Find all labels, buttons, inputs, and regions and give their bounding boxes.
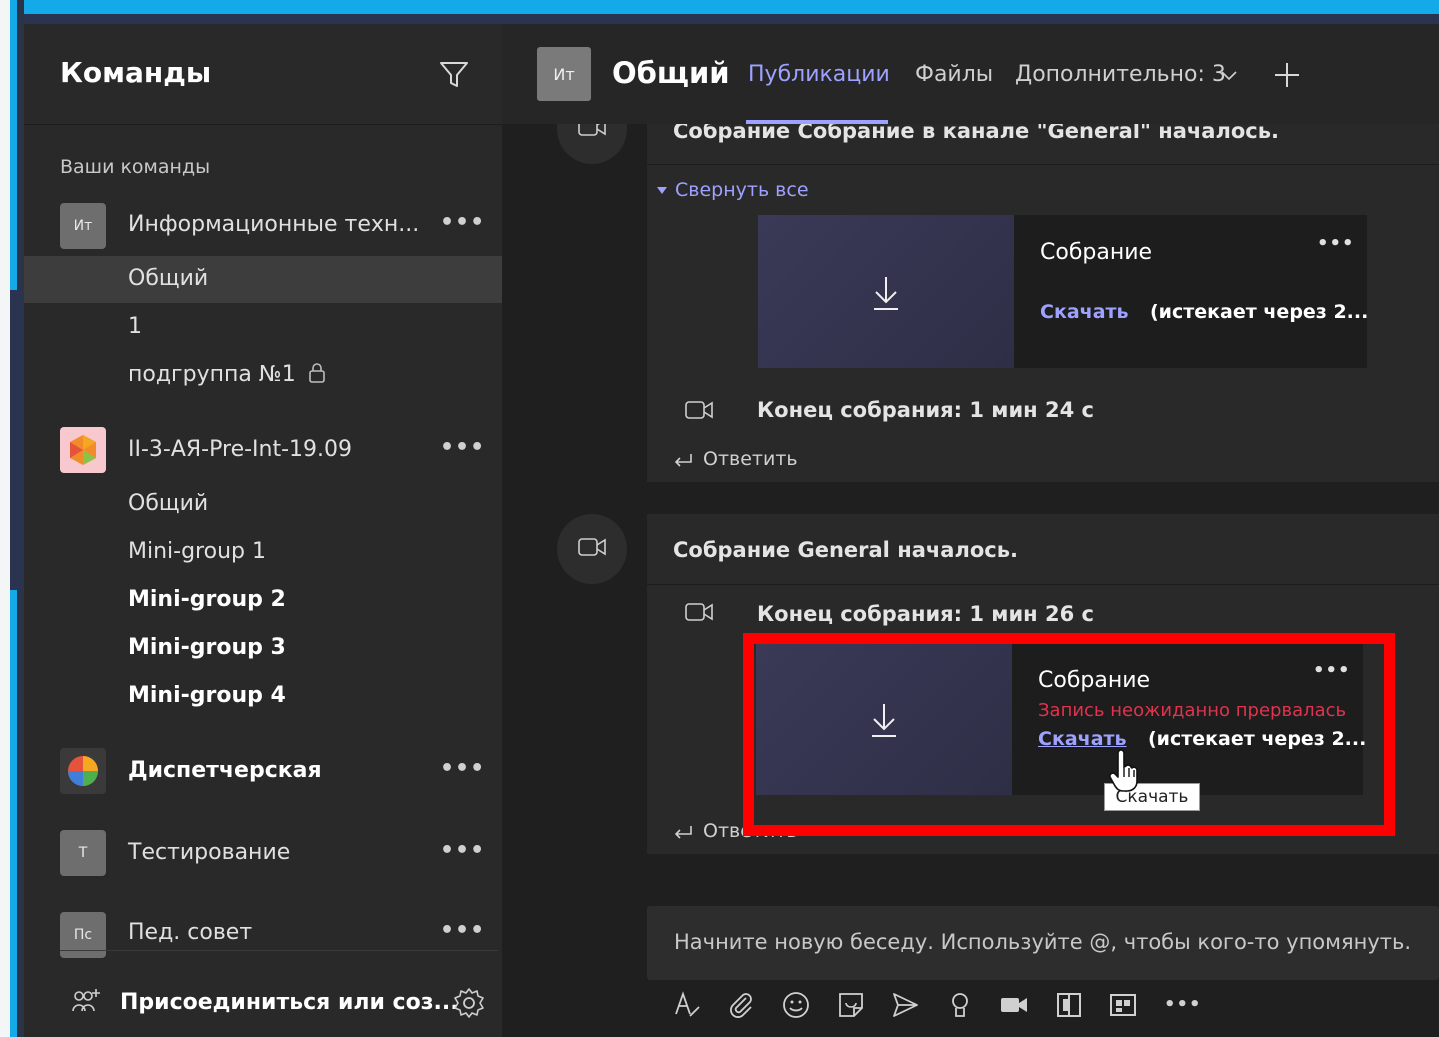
join-or-create-team-button[interactable]: Присоединиться или соз... xyxy=(120,990,459,1015)
new-conversation-box[interactable]: Начните новую беседу. Используйте @, что… xyxy=(647,906,1439,980)
praise-icon[interactable] xyxy=(945,990,975,1020)
team-avatar: Пс xyxy=(60,912,106,958)
your-teams-label: Ваши команды xyxy=(60,156,211,178)
team-more-button[interactable]: ••• xyxy=(440,435,485,460)
channel-item-mini-group-4[interactable]: Mini-group 4 xyxy=(128,683,286,708)
sidebar-header: Команды xyxy=(24,24,502,125)
team-avatar-pie xyxy=(60,748,106,794)
composer-more-button[interactable]: ••• xyxy=(1164,994,1202,1015)
teams-sidebar: Команды Ваши команды Ит Информационные т… xyxy=(24,24,502,1037)
team-row-ped-council[interactable]: Пс Пед. совет ••• xyxy=(24,910,502,962)
channel-item-mini-group-2[interactable]: Mini-group 2 xyxy=(128,587,286,612)
filter-icon[interactable] xyxy=(438,60,470,90)
meet-now-icon[interactable] xyxy=(999,990,1029,1020)
caret-down-icon xyxy=(657,187,667,194)
reply-label: Ответить xyxy=(703,448,798,470)
reply-icon xyxy=(674,825,692,839)
active-tab-indicator xyxy=(746,120,888,124)
recording-card[interactable]: Собрание ••• Скачать (истекает через 2..… xyxy=(758,215,1369,368)
format-icon[interactable] xyxy=(672,990,702,1020)
reply-icon xyxy=(674,453,692,467)
team-more-button[interactable]: ••• xyxy=(440,756,485,781)
team-name: Пед. совет xyxy=(128,920,253,945)
meeting-started-title: Собрание General началось. xyxy=(673,538,1018,562)
apps-icon[interactable] xyxy=(1108,990,1138,1020)
video-camera-icon xyxy=(685,401,713,419)
plus-icon[interactable] xyxy=(1274,62,1300,88)
expiry-text: (истекает через 2... xyxy=(1150,301,1369,323)
window-frame-top xyxy=(0,0,1439,24)
gear-icon[interactable] xyxy=(452,986,486,1020)
composer-placeholder: Начните новую беседу. Используйте @, что… xyxy=(674,930,1412,954)
attach-icon[interactable] xyxy=(726,990,756,1020)
recording-title: Собрание xyxy=(1040,240,1153,265)
channel-header: Ит Общий Публикации Файлы Дополнительно:… xyxy=(502,24,1439,124)
channel-item-general[interactable]: Общий xyxy=(128,491,208,516)
hand-cursor-icon xyxy=(1109,749,1138,792)
video-camera-icon xyxy=(578,538,606,556)
team-avatar: Т xyxy=(60,830,106,876)
meeting-ended-text: Конец собрания: 1 мин 24 с xyxy=(757,398,1094,422)
team-row-dispatch[interactable]: Диспетчерская ••• xyxy=(24,746,502,798)
download-link[interactable]: Скачать xyxy=(1040,301,1129,323)
sidebar-title: Команды xyxy=(60,56,212,89)
window-frame-left-accent xyxy=(10,290,24,590)
card-header: Собрание General началось. xyxy=(647,514,1439,585)
channel-item-1[interactable]: 1 xyxy=(128,314,142,339)
team-more-button[interactable]: ••• xyxy=(440,838,485,863)
reply-button[interactable]: Ответить xyxy=(673,448,798,470)
team-row-testing[interactable]: Т Тестирование ••• xyxy=(24,828,502,880)
team-more-button[interactable]: ••• xyxy=(440,918,485,943)
team-name: Диспетчерская xyxy=(128,758,322,783)
team-name: II-3-АЯ-Pre-Int-19.09 xyxy=(128,437,353,462)
join-team-icon[interactable] xyxy=(70,987,102,1017)
emoji-icon[interactable] xyxy=(781,990,811,1020)
chevron-down-icon[interactable] xyxy=(1220,70,1238,82)
team-avatar: Ит xyxy=(60,203,106,249)
download-icon xyxy=(874,277,898,310)
whiteboard-icon[interactable] xyxy=(1054,990,1084,1020)
collapse-all-link[interactable]: Свернуть все xyxy=(657,179,809,201)
lock-icon xyxy=(309,363,325,383)
channel-title: Общий xyxy=(612,56,730,90)
selected-channel-highlight xyxy=(24,256,502,303)
sidebar-footer-divider xyxy=(60,950,498,951)
red-highlight-annotation xyxy=(743,633,1395,836)
recording-more-button[interactable]: ••• xyxy=(1317,233,1355,254)
meeting-ended-text: Конец собрания: 1 мин 26 с xyxy=(757,602,1094,626)
sticker-icon[interactable] xyxy=(836,990,866,1020)
channel-item-general[interactable]: Общий xyxy=(128,266,208,291)
channel-item-mini-group-1[interactable]: Mini-group 1 xyxy=(128,539,266,564)
team-name: Тестирование xyxy=(128,840,291,865)
team-row-it[interactable]: Ит Информационные техн... ••• xyxy=(24,200,502,252)
channel-main: Ит Общий Публикации Файлы Дополнительно:… xyxy=(502,24,1439,1037)
channel-item-subgroup[interactable]: подгруппа №1 xyxy=(128,362,296,387)
team-row-pre-int[interactable]: II-3-АЯ-Pre-Int-19.09 ••• xyxy=(24,425,502,477)
tab-files[interactable]: Файлы xyxy=(915,62,993,87)
channel-item-mini-group-3[interactable]: Mini-group 3 xyxy=(128,635,286,660)
recording-thumbnail[interactable] xyxy=(758,215,1014,368)
team-avatar-hexagon xyxy=(60,427,106,473)
tab-posts[interactable]: Публикации xyxy=(748,62,890,87)
video-camera-icon xyxy=(685,603,713,621)
send-icon[interactable] xyxy=(890,990,920,1020)
collapse-all-label: Свернуть все xyxy=(675,179,809,201)
team-more-button[interactable]: ••• xyxy=(440,210,485,235)
channel-avatar: Ит xyxy=(537,47,591,101)
meeting-post-card-1: Собрание Собрание в канале "General" нач… xyxy=(647,94,1439,482)
team-name: Информационные техн... xyxy=(128,212,420,237)
tab-more[interactable]: Дополнительно: 3 xyxy=(1015,62,1226,87)
